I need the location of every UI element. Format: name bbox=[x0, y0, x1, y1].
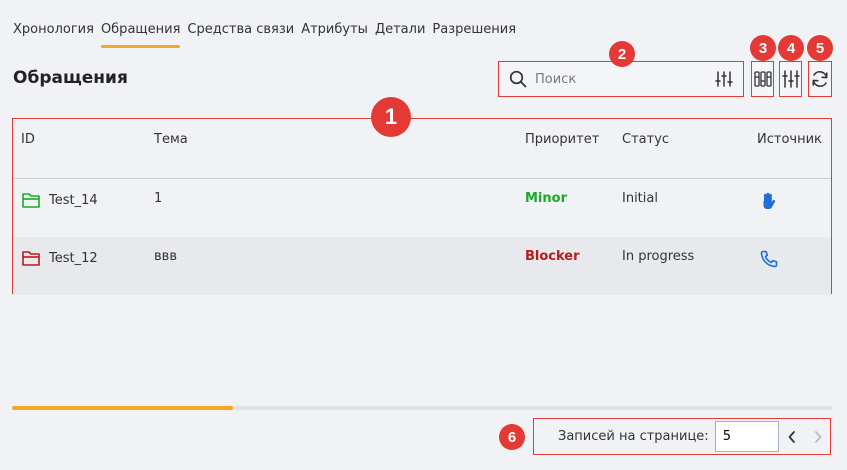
requests-table: ID Тема Приоритет Статус Источник Test_1… bbox=[12, 118, 832, 295]
cell-id[interactable]: Test_12 bbox=[21, 249, 98, 267]
horizontal-scrollbar[interactable] bbox=[12, 406, 832, 410]
callout-badge-3: 3 bbox=[750, 35, 776, 61]
cell-id[interactable]: Test_14 bbox=[21, 191, 98, 209]
filter-settings-icon[interactable] bbox=[715, 70, 733, 88]
column-header-priority[interactable]: Приоритет bbox=[525, 132, 599, 147]
cell-status: In progress bbox=[622, 249, 695, 264]
table-row[interactable]: Test_14 1 Minor Initial bbox=[13, 179, 831, 237]
cell-status: Initial bbox=[622, 191, 658, 206]
cell-topic: 1 bbox=[154, 191, 163, 206]
scrollbar-thumb[interactable] bbox=[12, 406, 234, 410]
phone-icon bbox=[760, 250, 778, 268]
callout-badge-5: 5 bbox=[807, 35, 833, 61]
tab-details[interactable]: Детали bbox=[375, 20, 425, 48]
folder-icon bbox=[22, 251, 40, 266]
row-id-text: Test_12 bbox=[49, 250, 98, 266]
prev-page-button[interactable] bbox=[784, 428, 800, 446]
hand-icon bbox=[763, 192, 776, 209]
page-title: Обращения bbox=[13, 68, 128, 88]
refresh-icon bbox=[812, 71, 828, 87]
tab-attributes[interactable]: Атрибуты bbox=[301, 20, 368, 48]
column-header-source[interactable]: Источник bbox=[757, 132, 822, 147]
search-icon bbox=[509, 70, 527, 88]
callout-badge-1: 1 bbox=[371, 97, 411, 137]
next-page-button[interactable] bbox=[810, 428, 826, 446]
cell-priority: Minor bbox=[525, 191, 567, 206]
tab-bar: Хронология Обращения Средства связи Атри… bbox=[13, 20, 523, 48]
column-header-id[interactable]: ID bbox=[21, 132, 35, 147]
tab-requests[interactable]: Обращения bbox=[100, 20, 181, 48]
columns-settings-button[interactable] bbox=[779, 61, 802, 97]
callout-badge-4: 4 bbox=[778, 35, 804, 61]
page-size-label: Записей на странице: bbox=[558, 429, 709, 444]
column-header-status[interactable]: Статус bbox=[622, 132, 669, 147]
row-id-text: Test_14 bbox=[49, 192, 98, 208]
cell-topic: ввв bbox=[154, 249, 177, 264]
chevron-right-icon bbox=[815, 431, 822, 443]
sliders-icon bbox=[781, 70, 800, 88]
table-header: ID Тема Приоритет Статус Источник bbox=[13, 119, 831, 179]
callout-badge-2: 2 bbox=[609, 41, 635, 67]
search-input[interactable] bbox=[535, 71, 715, 87]
tab-permissions[interactable]: Разрешения bbox=[432, 20, 516, 48]
pagination: Записей на странице: bbox=[533, 418, 831, 455]
tab-communication[interactable]: Средства связи bbox=[187, 20, 294, 48]
folder-icon bbox=[22, 193, 40, 208]
cell-priority: Blocker bbox=[525, 249, 580, 264]
column-layout-button[interactable] bbox=[751, 61, 774, 97]
chevron-left-icon bbox=[788, 431, 795, 443]
callout-badge-6: 6 bbox=[499, 424, 525, 450]
refresh-button[interactable] bbox=[808, 61, 832, 97]
cell-source bbox=[759, 249, 779, 269]
tab-chronology[interactable]: Хронология bbox=[13, 20, 94, 48]
table-row[interactable]: Test_12 ввв Blocker In progress bbox=[13, 237, 831, 295]
cell-source bbox=[759, 191, 777, 211]
column-layout-icon bbox=[753, 71, 772, 87]
column-header-topic[interactable]: Тема bbox=[154, 132, 188, 147]
page-size-input[interactable] bbox=[714, 421, 779, 452]
